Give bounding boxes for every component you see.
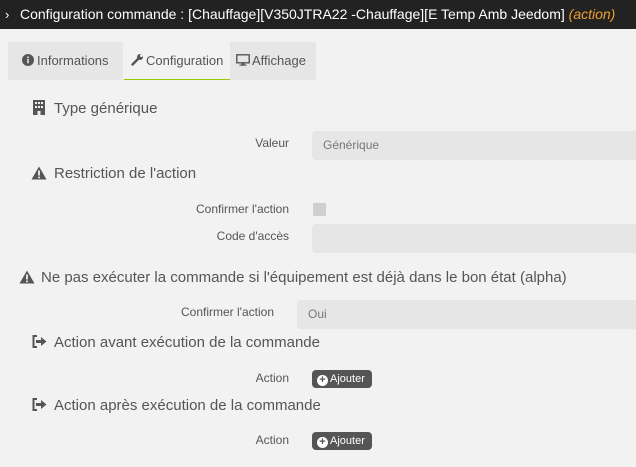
tab-configuration[interactable]: Configuration <box>124 42 230 80</box>
section-restriction: Restriction de l'action <box>31 165 196 182</box>
sign-out-icon <box>31 334 47 351</box>
tab-affichage[interactable]: Affichage <box>230 42 316 80</box>
tab-affichage-label: Affichage <box>252 53 306 68</box>
add-action-after-button[interactable]: + Ajouter <box>312 432 372 450</box>
modal-title-text: Configuration commande : [Chauffage][V35… <box>20 6 565 22</box>
chevron-right-icon: › <box>5 7 10 22</box>
section-no-execute: Ne pas exécuter la commande si l'équipem… <box>19 269 567 286</box>
access-code-input[interactable] <box>312 224 636 253</box>
info-circle-icon <box>21 42 35 80</box>
section-generic-type: Type générique <box>31 100 157 117</box>
tab-informations[interactable]: Informations <box>8 42 123 80</box>
section-no-execute-title: Ne pas exécuter la commande si l'équipem… <box>41 269 567 286</box>
modal-title-bar: › Configuration commande : [Chauffage][V… <box>0 0 636 29</box>
action-after-label: Action <box>255 433 289 447</box>
section-generic-type-title: Type générique <box>54 100 158 117</box>
section-action-before-title: Action avant exécution de la commande <box>54 334 320 351</box>
desktop-icon <box>236 42 250 80</box>
sign-out-icon <box>31 397 47 414</box>
confirm-action-checkbox[interactable] <box>313 203 326 216</box>
plus-circle-icon: + <box>317 375 328 386</box>
access-code-label: Code d'accès <box>216 229 289 243</box>
plus-circle-icon: + <box>317 437 328 448</box>
section-action-after-title: Action après exécution de la commande <box>54 397 321 414</box>
valeur-label: Valeur <box>255 136 289 150</box>
wrench-icon <box>130 42 144 80</box>
modal-title: Configuration commande : [Chauffage][V35… <box>20 0 615 29</box>
tab-informations-label: Informations <box>37 53 109 68</box>
section-restriction-title: Restriction de l'action <box>54 165 197 182</box>
generic-type-select[interactable]: Générique <box>312 131 636 160</box>
action-before-label: Action <box>255 371 289 385</box>
warning-icon <box>31 165 47 182</box>
add-action-before-label: Ajouter <box>330 373 365 385</box>
warning-icon <box>19 269 35 286</box>
section-action-before: Action avant exécution de la commande <box>31 334 320 351</box>
confirm-action-label: Confirmer l'action <box>196 202 289 216</box>
already-in-state-select[interactable]: Oui <box>297 300 636 329</box>
add-action-before-button[interactable]: + Ajouter <box>312 370 372 388</box>
tab-configuration-label: Configuration <box>146 53 224 68</box>
add-action-after-label: Ajouter <box>330 435 365 447</box>
confirm-state-label: Confirmer l'action <box>181 305 274 319</box>
building-icon <box>31 100 47 117</box>
action-tag: (action) <box>568 6 616 22</box>
section-action-after: Action après exécution de la commande <box>31 397 321 414</box>
